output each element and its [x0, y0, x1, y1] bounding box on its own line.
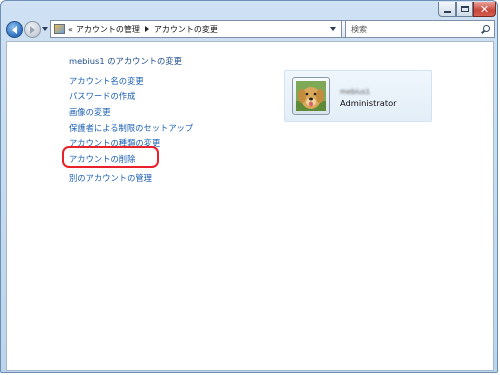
minimize-icon	[443, 10, 451, 13]
back-arrow-icon	[12, 25, 17, 34]
address-bar[interactable]: « アカウントの管理 アカウントの変更	[50, 20, 342, 38]
link-manage-another-account[interactable]: 別のアカウントの管理	[69, 172, 152, 184]
user-role: Administrator	[340, 98, 397, 108]
breadcrumb-item-change-account[interactable]: アカウントの変更	[154, 24, 218, 35]
search-icon[interactable]	[481, 24, 490, 34]
search-input[interactable]: 検索	[345, 20, 495, 38]
breadcrumb-overflow-icon[interactable]: «	[68, 25, 73, 34]
back-button[interactable]	[6, 21, 23, 38]
window: ✕ « アカウントの管理 アカウントの変更 ⟳ 検索 mebius1 のアカウン…	[0, 0, 498, 373]
close-button[interactable]: ✕	[473, 2, 496, 17]
control-panel-icon	[54, 24, 65, 34]
dog-picture-icon	[296, 81, 326, 111]
recent-pages-dropdown[interactable]	[42, 27, 48, 31]
address-dropdown-icon[interactable]	[330, 27, 336, 31]
avatar	[292, 77, 330, 115]
minimize-button[interactable]	[438, 2, 456, 17]
delete-account-highlight	[62, 146, 159, 168]
link-create-password[interactable]: パスワードの作成	[69, 90, 135, 102]
link-rename-account[interactable]: アカウント名の変更	[69, 75, 144, 87]
page-title: mebius1 のアカウントの変更	[69, 56, 182, 66]
breadcrumb-item-account-management[interactable]: アカウントの管理	[76, 24, 140, 35]
user-name: mebius1	[340, 88, 371, 96]
link-parental-controls[interactable]: 保護者による制限のセットアップ	[69, 122, 193, 134]
content-pane: mebius1 のアカウントの変更 アカウント名の変更 パスワードの作成 画像の…	[6, 41, 494, 371]
user-card: mebius1 Administrator	[284, 70, 432, 122]
forward-button[interactable]	[24, 21, 41, 38]
forward-arrow-icon	[30, 25, 35, 34]
maximize-button[interactable]	[456, 2, 473, 17]
close-icon: ✕	[479, 2, 490, 16]
breadcrumb-arrow-icon[interactable]	[144, 26, 149, 32]
link-change-picture[interactable]: 画像の変更	[69, 106, 111, 118]
search-placeholder: 検索	[351, 24, 367, 34]
maximize-icon	[460, 6, 469, 12]
